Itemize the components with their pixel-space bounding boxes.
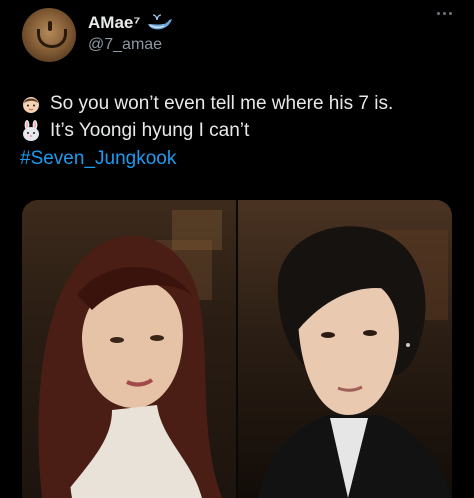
tweet-line-1: So you won’t even tell me where his 7 is… bbox=[20, 92, 393, 116]
whale-icon bbox=[148, 14, 173, 30]
rabbit-face-icon bbox=[23, 120, 39, 141]
tweet-text-1: So you won’t even tell me where his 7 is… bbox=[50, 93, 394, 114]
tweet-media-image[interactable] bbox=[22, 200, 452, 498]
heart-hands-icon bbox=[37, 21, 67, 48]
tweet-line-3: #Seven_Jungkook bbox=[20, 147, 176, 171]
tweet: AMae⁷ @7_amae So you won’t even tell me … bbox=[0, 0, 474, 498]
baby-emoji-icon bbox=[23, 97, 39, 113]
hashtag-link[interactable]: #Seven_Jungkook bbox=[20, 147, 176, 171]
media-panel-left bbox=[22, 200, 236, 498]
man-figure-graphic bbox=[258, 226, 452, 498]
media-panel-right bbox=[238, 200, 452, 498]
tweet-text-2: It’s Yoongi hyung I can’t bbox=[50, 120, 250, 141]
avatar[interactable] bbox=[22, 8, 76, 62]
display-name[interactable]: AMae⁷ bbox=[88, 13, 140, 33]
more-icon[interactable] bbox=[437, 12, 452, 15]
user-handle[interactable]: @7_amae bbox=[88, 36, 162, 54]
woman-figure-graphic bbox=[38, 210, 223, 498]
tweet-line-2: It’s Yoongi hyung I can’t bbox=[20, 119, 249, 143]
name-row: AMae⁷ bbox=[88, 11, 174, 35]
